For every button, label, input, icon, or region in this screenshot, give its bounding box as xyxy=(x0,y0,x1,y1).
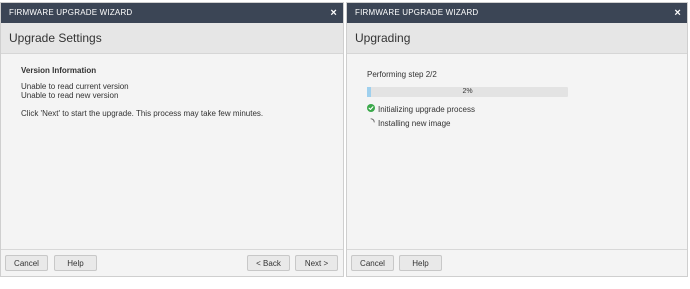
back-button[interactable]: < Back xyxy=(247,255,290,271)
status-row-initializing: Initializing upgrade process xyxy=(367,104,475,114)
dialog-footer: Cancel Help < Back Next > xyxy=(1,249,343,276)
status-label: Initializing upgrade process xyxy=(378,104,475,114)
spinner-icon xyxy=(367,118,375,128)
close-icon[interactable]: × xyxy=(330,3,337,23)
cancel-button[interactable]: Cancel xyxy=(351,255,394,271)
dialog-header: Upgrading xyxy=(347,23,687,54)
dialog-header: Upgrade Settings xyxy=(1,23,343,54)
section-title: Version Information xyxy=(21,66,97,75)
status-label: Installing new image xyxy=(378,118,451,128)
dialog-titlebar: FIRMWARE UPGRADE WIZARD × xyxy=(347,3,687,23)
dialog-titlebar: FIRMWARE UPGRADE WIZARD × xyxy=(1,3,343,23)
progress-label: 2% xyxy=(462,88,473,95)
new-version-text: Unable to read new version xyxy=(21,91,119,100)
close-icon[interactable]: × xyxy=(674,3,681,23)
dialog-title: FIRMWARE UPGRADE WIZARD xyxy=(355,8,479,17)
instruction-text: Click 'Next' to start the upgrade. This … xyxy=(21,109,264,118)
upgrade-settings-dialog: FIRMWARE UPGRADE WIZARD × Upgrade Settin… xyxy=(0,2,344,277)
help-button[interactable]: Help xyxy=(54,255,97,271)
progress-bar: 2% xyxy=(367,87,568,97)
help-button[interactable]: Help xyxy=(399,255,442,271)
dialog-footer: Cancel Help xyxy=(347,249,687,276)
next-button[interactable]: Next > xyxy=(295,255,338,271)
cancel-button[interactable]: Cancel xyxy=(5,255,48,271)
dialog-title: FIRMWARE UPGRADE WIZARD xyxy=(9,8,133,17)
check-circle-icon xyxy=(367,104,375,114)
upgrading-dialog: FIRMWARE UPGRADE WIZARD × Upgrading Perf… xyxy=(346,2,688,277)
step-text: Performing step 2/2 xyxy=(367,70,437,79)
status-row-installing: Installing new image xyxy=(367,118,450,128)
current-version-text: Unable to read current version xyxy=(21,82,129,91)
